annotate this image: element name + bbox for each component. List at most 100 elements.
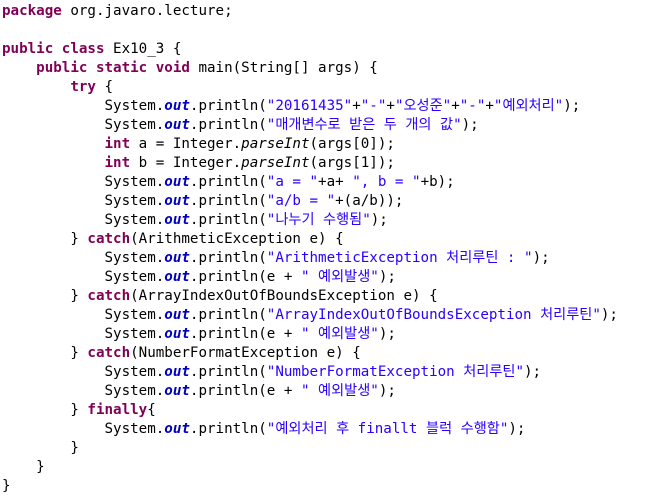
code-text: .println(	[189, 212, 267, 228]
code-string-literal: "-"	[459, 98, 486, 114]
code-static-field: out	[164, 307, 190, 323]
code-line: System.out.println("20161435"+"-"+"오성준"+…	[2, 97, 580, 116]
code-static-field: out	[164, 174, 190, 190]
code-text: (args[1]);	[309, 155, 395, 171]
code-keyword: int	[104, 155, 131, 171]
code-keyword: catch	[87, 345, 131, 361]
code-keyword: public	[2, 41, 54, 57]
code-string-literal: "a = "	[266, 174, 319, 190]
code-text: .println(e +	[189, 269, 301, 285]
code-string-literal: "예외처리 후 finallt 블럭 수행함"	[266, 421, 509, 437]
code-static-field: out	[164, 383, 190, 399]
code-keyword: int	[104, 136, 131, 152]
code-text: Ex10_3 {	[104, 41, 182, 57]
code-static-method: parseInt	[241, 155, 310, 171]
code-line: System.out.println("a = "+a+ ", b = "+b)…	[2, 173, 455, 192]
code-string-literal: "20161435"	[266, 98, 353, 114]
code-text: b = Integer.	[130, 155, 242, 171]
code-line: } catch(ArithmeticException e) {	[2, 230, 344, 249]
code-string-literal: ", b = "	[352, 174, 421, 190]
code-static-field: out	[164, 250, 190, 266]
code-text: System.	[2, 250, 165, 266]
code-text: System.	[2, 98, 165, 114]
code-text: +	[386, 98, 395, 114]
code-text: +b);	[420, 174, 455, 190]
code-text: System.	[2, 174, 165, 190]
code-text: );	[370, 212, 388, 228]
code-text: );	[563, 98, 581, 114]
code-keyword: public	[36, 60, 88, 76]
code-keyword: catch	[87, 288, 131, 304]
code-string-literal: "예외처리"	[493, 98, 564, 114]
code-line: try {	[2, 78, 113, 97]
code-string-literal: "a/b = "	[266, 193, 336, 209]
code-string-literal: "NumberFormatException 처리루틴"	[266, 364, 525, 380]
code-line: int b = Integer.parseInt(args[1]);	[2, 154, 395, 173]
code-text: }	[2, 231, 88, 247]
code-text: +(a/b));	[335, 193, 404, 209]
code-text: +	[485, 98, 494, 114]
code-text: {	[147, 402, 156, 418]
code-static-field: out	[164, 117, 190, 133]
code-line: }	[2, 458, 45, 477]
code-text: );	[600, 307, 618, 323]
code-text: +	[451, 98, 460, 114]
code-editor[interactable]: package org.javaro.lecture; public class…	[0, 0, 670, 499]
code-text: System.	[2, 212, 165, 228]
code-text: (ArrayIndexOutOfBoundsException e) {	[130, 288, 438, 304]
code-text: System.	[2, 193, 165, 209]
code-string-literal: "매개변수로 받은 두 개의 값"	[266, 117, 462, 133]
code-text: .println(e +	[189, 383, 301, 399]
code-text: a = Integer.	[130, 136, 242, 152]
code-text: );	[378, 326, 396, 342]
code-text: );	[378, 269, 396, 285]
code-line: System.out.println("예외처리 후 finallt 블럭 수행…	[2, 420, 525, 439]
code-string-literal: "오성준"	[394, 98, 452, 114]
code-static-field: out	[164, 269, 190, 285]
code-text: .println(	[189, 193, 267, 209]
code-text: .println(	[189, 117, 267, 133]
code-line: }	[2, 439, 79, 458]
code-string-literal: "나누기 수행됨"	[266, 212, 371, 228]
code-text: System.	[2, 364, 165, 380]
code-text: System.	[2, 307, 165, 323]
code-text: );	[378, 383, 396, 399]
code-line: System.out.println("ArrayIndexOutOfBound…	[2, 306, 618, 325]
code-line: } finally{	[2, 401, 156, 420]
code-keyword: catch	[87, 231, 131, 247]
code-line: }	[2, 477, 11, 496]
code-text: +	[352, 98, 361, 114]
code-text: );	[461, 117, 479, 133]
code-text: }	[2, 402, 88, 418]
code-string-literal: " 예외발생"	[300, 269, 379, 285]
code-static-field: out	[164, 364, 190, 380]
code-line: package org.javaro.lecture;	[2, 2, 233, 21]
code-text: (NumberFormatException e) {	[130, 345, 361, 361]
code-line: public class Ex10_3 {	[2, 40, 181, 59]
code-keyword: try	[70, 79, 96, 95]
code-text: .println(e +	[189, 326, 301, 342]
code-string-literal: "ArithmeticException 처리루틴 : "	[266, 250, 533, 266]
code-text: (ArithmeticException e) {	[130, 231, 344, 247]
code-static-field: out	[164, 421, 190, 437]
code-line: System.out.println("a/b = "+(a/b));	[2, 192, 403, 211]
code-keyword: package	[2, 3, 62, 19]
code-static-field: out	[164, 212, 190, 228]
code-text: .println(	[189, 421, 267, 437]
code-text: }	[2, 478, 11, 494]
code-static-field: out	[164, 193, 190, 209]
code-text: .println(	[189, 250, 267, 266]
code-line: System.out.println("나누기 수행됨");	[2, 211, 388, 230]
code-static-method: parseInt	[241, 136, 310, 152]
code-line: int a = Integer.parseInt(args[0]);	[2, 135, 395, 154]
code-line: System.out.println("NumberFormatExceptio…	[2, 363, 541, 382]
code-string-literal: "ArrayIndexOutOfBoundsException 처리루틴"	[266, 307, 601, 323]
code-text: );	[532, 250, 550, 266]
